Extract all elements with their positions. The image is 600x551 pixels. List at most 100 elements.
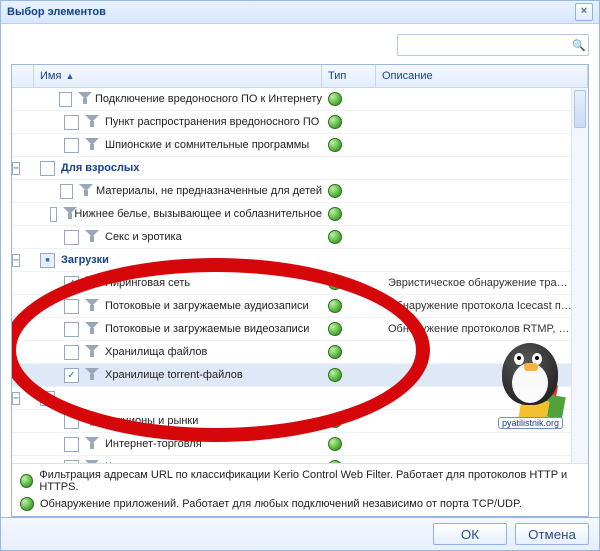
row-label: Потоковые и загружаемые видеозаписи: [105, 323, 309, 335]
header-desc[interactable]: Описание: [376, 65, 588, 87]
checkbox[interactable]: [40, 161, 55, 176]
checkbox[interactable]: [59, 92, 71, 107]
search-box[interactable]: 🔍: [397, 34, 589, 56]
checkbox[interactable]: [64, 230, 79, 245]
row-label: Шпионские и сомнительные программы: [105, 139, 309, 151]
cancel-button[interactable]: Отмена: [515, 523, 589, 545]
filter-icon: [85, 460, 99, 463]
globe-icon: [328, 276, 342, 290]
row-label: Материалы, не предназначенные для детей: [96, 185, 322, 197]
table-row[interactable]: Потоковые и загружаемые аудиозаписиОбнар…: [12, 295, 572, 318]
titlebar: Выбор элементов ×: [1, 1, 599, 24]
collapse-icon[interactable]: [12, 392, 20, 405]
globe-icon: [328, 322, 342, 336]
table-row[interactable]: Потоковые и загружаемые видеозаписи Обнар…: [12, 318, 572, 341]
checkbox[interactable]: [64, 368, 79, 383]
row-label: Хранилища файлов: [105, 346, 207, 358]
checkbox[interactable]: [64, 345, 79, 360]
table-row[interactable]: Каталоги: [12, 456, 572, 463]
filter-icon: [85, 138, 99, 152]
table-row[interactable]: Секс и эротика: [12, 226, 572, 249]
globe-icon: [328, 437, 342, 451]
globe-icon: [328, 299, 342, 313]
legend-line-url: Фильтрация адресам URL по классификации …: [20, 469, 580, 493]
row-label: Аукционы и рынки: [105, 415, 198, 427]
filter-icon: [85, 368, 99, 382]
table-row[interactable]: Материалы, не предназначенные для детей: [12, 180, 572, 203]
grid-panel: Имя ▲ Тип Описание Подключение вредоносн…: [11, 64, 589, 517]
globe-icon: [328, 368, 342, 382]
group-row[interactable]: [12, 387, 572, 410]
checkbox[interactable]: [50, 207, 57, 222]
legend-line-app: Обнаружение приложений. Работает для люб…: [20, 497, 580, 511]
globe-icon: [328, 115, 342, 129]
table-row[interactable]: Интернет-торговля: [12, 433, 572, 456]
table-row[interactable]: Пункт распространения вредоносного ПО: [12, 111, 572, 134]
globe-icon: [328, 207, 342, 221]
row-label: Пункт распространения вредоносного ПО: [105, 116, 319, 128]
globe-icon: [328, 414, 342, 428]
row-label: Хранилище torrent-файлов: [105, 369, 243, 381]
checkbox[interactable]: [40, 391, 55, 406]
collapse-icon[interactable]: [12, 254, 20, 267]
legend: Фильтрация адресам URL по классификации …: [12, 463, 588, 516]
dialog-body: 🔍 Имя ▲ Тип Описание Подключение вредоно…: [1, 24, 599, 517]
column-headers: Имя ▲ Тип Описание: [12, 65, 588, 88]
vertical-scrollbar[interactable]: [571, 88, 588, 463]
filter-icon: [63, 207, 69, 221]
table-row[interactable]: Шпионские и сомнительные программы: [12, 134, 572, 157]
grid-rows: Подключение вредоносного ПО к Интернету П…: [12, 88, 572, 463]
table-row[interactable]: Подключение вредоносного ПО к Интернету: [12, 88, 572, 111]
row-label: Каталоги: [105, 461, 151, 463]
globe-icon: [328, 345, 342, 359]
checkbox[interactable]: [64, 460, 79, 464]
globe-icon: [328, 184, 342, 198]
group-row[interactable]: Загрузки: [12, 249, 572, 272]
table-row[interactable]: Хранилища файлов: [12, 341, 572, 364]
row-label: Нижнее белье, вызывающее и соблазнительн…: [74, 208, 322, 220]
checkbox[interactable]: [64, 414, 79, 429]
row-label: Подключение вредоносного ПО к Интернету: [95, 93, 322, 105]
header-name[interactable]: Имя ▲: [34, 65, 322, 87]
dialog-window: Выбор элементов × 🔍 Имя ▲ Тип Описание: [0, 0, 600, 551]
search-icon[interactable]: 🔍: [570, 39, 588, 52]
table-row[interactable]: Аукционы и рынки: [12, 410, 572, 433]
group-label: Загрузки: [61, 254, 109, 266]
checkbox[interactable]: [40, 253, 55, 268]
checkbox[interactable]: [64, 115, 79, 130]
row-label: Пиринговая сеть: [105, 277, 190, 289]
row-label: Секс и эротика: [105, 231, 182, 243]
table-row[interactable]: Пиринговая сетьЭвристическое обнаружение…: [12, 272, 572, 295]
table-row[interactable]: Нижнее белье, вызывающее и соблазнительн…: [12, 203, 572, 226]
checkbox[interactable]: [64, 138, 79, 153]
table-row[interactable]: Хранилище torrent-файлов: [12, 364, 572, 387]
globe-icon: [328, 460, 342, 463]
checkbox[interactable]: [64, 276, 79, 291]
filter-icon: [85, 230, 99, 244]
checkbox[interactable]: [64, 322, 79, 337]
filter-icon: [85, 322, 99, 336]
globe-icon: [328, 92, 342, 106]
row-label: Интернет-торговля: [105, 438, 202, 450]
row-description: Обнаружение протокола Icecast путем …: [382, 300, 572, 312]
filter-icon: [85, 276, 99, 290]
header-type[interactable]: Тип: [322, 65, 376, 87]
scrollbar-thumb[interactable]: [574, 90, 586, 128]
checkbox[interactable]: [64, 437, 79, 452]
globe-icon: [328, 230, 342, 244]
group-row[interactable]: Для взрослых: [12, 157, 572, 180]
ok-button[interactable]: ОК: [433, 523, 507, 545]
collapse-icon[interactable]: [12, 162, 20, 175]
grid-viewport: Подключение вредоносного ПО к Интернету П…: [12, 88, 588, 463]
checkbox[interactable]: [60, 184, 73, 199]
row-description: Обнаружение протоколов RTMP, RTSP, …: [382, 323, 572, 335]
globe-icon: [20, 497, 34, 511]
globe-icon: [20, 474, 33, 488]
checkbox[interactable]: [64, 299, 79, 314]
sort-asc-icon: ▲: [65, 71, 74, 81]
filter-icon: [85, 437, 99, 451]
close-icon[interactable]: ×: [575, 3, 593, 21]
filter-icon: [85, 299, 99, 313]
search-input[interactable]: [398, 36, 570, 54]
header-expander[interactable]: [12, 65, 34, 87]
